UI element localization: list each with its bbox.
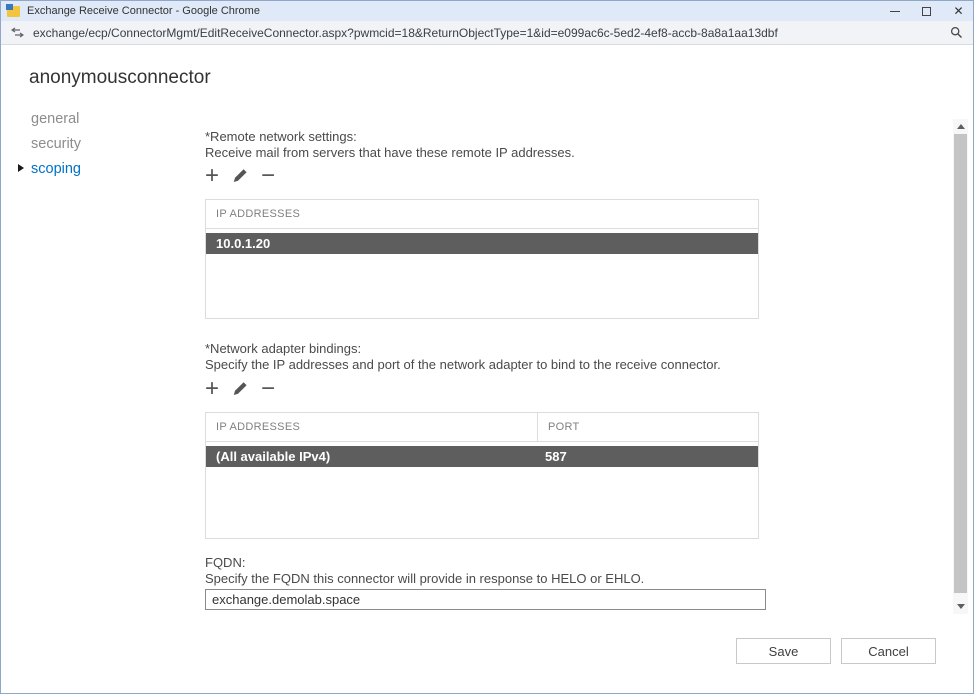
plus-icon: +	[205, 378, 219, 400]
binding-ip-cell: (All available IPv4)	[206, 449, 537, 464]
maximize-icon	[922, 7, 931, 16]
minus-icon: −	[261, 378, 275, 400]
binding-port-cell: 587	[537, 449, 758, 464]
pencil-icon	[232, 381, 248, 397]
minimize-icon	[890, 11, 900, 12]
url-bar: exchange/ecp/ConnectorMgmt/EditReceiveCo…	[1, 21, 973, 45]
adapter-bindings-label: *Network adapter bindings:	[205, 341, 361, 356]
window-titlebar: Exchange Receive Connector - Google Chro…	[1, 1, 973, 21]
table-header-row: IP ADDRESSES	[206, 200, 758, 229]
vertical-scrollbar[interactable]	[953, 119, 968, 614]
popup-window: Exchange Receive Connector - Google Chro…	[0, 0, 974, 694]
active-nav-arrow-icon	[18, 164, 24, 172]
arrow-down-icon	[957, 604, 965, 609]
minimize-button[interactable]	[888, 5, 901, 18]
fqdn-label: FQDN:	[205, 555, 245, 570]
arrow-up-icon	[957, 124, 965, 129]
cancel-button-label: Cancel	[868, 644, 908, 659]
zoom-indicator-icon[interactable]	[950, 26, 963, 39]
sidebar-nav: general security scoping	[31, 111, 81, 186]
scroll-up-button[interactable]	[953, 119, 968, 134]
scroll-down-button[interactable]	[953, 599, 968, 614]
page-title: anonymousconnector	[29, 67, 211, 89]
pencil-icon	[232, 168, 248, 184]
connector-edit-page: anonymousconnector general security scop…	[1, 45, 973, 693]
nav-item-scoping[interactable]: scoping	[31, 161, 81, 178]
add-binding-button[interactable]: +	[205, 378, 219, 400]
window-title: Exchange Receive Connector - Google Chro…	[27, 5, 260, 17]
nav-item-general[interactable]: general	[31, 111, 81, 128]
close-icon: ✕	[953, 5, 963, 18]
remove-ip-button[interactable]: −	[261, 165, 275, 187]
minus-icon: −	[261, 165, 275, 187]
exchange-favicon-icon	[7, 6, 20, 17]
fqdn-input[interactable]	[205, 589, 766, 610]
save-button-label: Save	[769, 644, 799, 659]
maximize-button[interactable]	[920, 5, 933, 18]
fqdn-description: Specify the FQDN this connector will pro…	[205, 571, 644, 586]
scrollbar-thumb[interactable]	[954, 134, 967, 593]
column-header-port: PORT	[537, 413, 758, 441]
remove-binding-button[interactable]: −	[261, 378, 275, 400]
remote-network-label: *Remote network settings:	[205, 129, 357, 144]
table-row[interactable]: (All available IPv4) 587	[206, 446, 758, 467]
page-url[interactable]: exchange/ecp/ConnectorMgmt/EditReceiveCo…	[33, 26, 778, 40]
nav-item-label: security	[31, 136, 81, 152]
remote-network-toolbar: + −	[205, 163, 275, 189]
close-button[interactable]: ✕	[952, 5, 965, 18]
nav-item-security[interactable]: security	[31, 136, 81, 153]
column-header-ip-addresses: IP ADDRESSES	[206, 200, 300, 228]
tab-switch-icon[interactable]	[11, 27, 24, 38]
bindings-table: IP ADDRESSES PORT (All available IPv4) 5…	[205, 412, 759, 539]
ip-address-cell: 10.0.1.20	[206, 236, 270, 251]
column-header-ip-addresses: IP ADDRESSES	[206, 413, 537, 441]
adapter-bindings-toolbar: + −	[205, 376, 275, 402]
cancel-button[interactable]: Cancel	[841, 638, 936, 664]
table-header-row: IP ADDRESSES PORT	[206, 413, 758, 442]
table-row[interactable]: 10.0.1.20	[206, 233, 758, 254]
remote-network-description: Receive mail from servers that have thes…	[205, 145, 575, 160]
remote-ip-table: IP ADDRESSES 10.0.1.20	[205, 199, 759, 319]
adapter-bindings-description: Specify the IP addresses and port of the…	[205, 357, 721, 372]
nav-item-label: general	[31, 111, 79, 127]
save-button[interactable]: Save	[736, 638, 831, 664]
edit-ip-button[interactable]	[232, 168, 248, 184]
add-ip-button[interactable]: +	[205, 165, 219, 187]
nav-item-label: scoping	[31, 161, 81, 177]
plus-icon: +	[205, 165, 219, 187]
edit-binding-button[interactable]	[232, 381, 248, 397]
